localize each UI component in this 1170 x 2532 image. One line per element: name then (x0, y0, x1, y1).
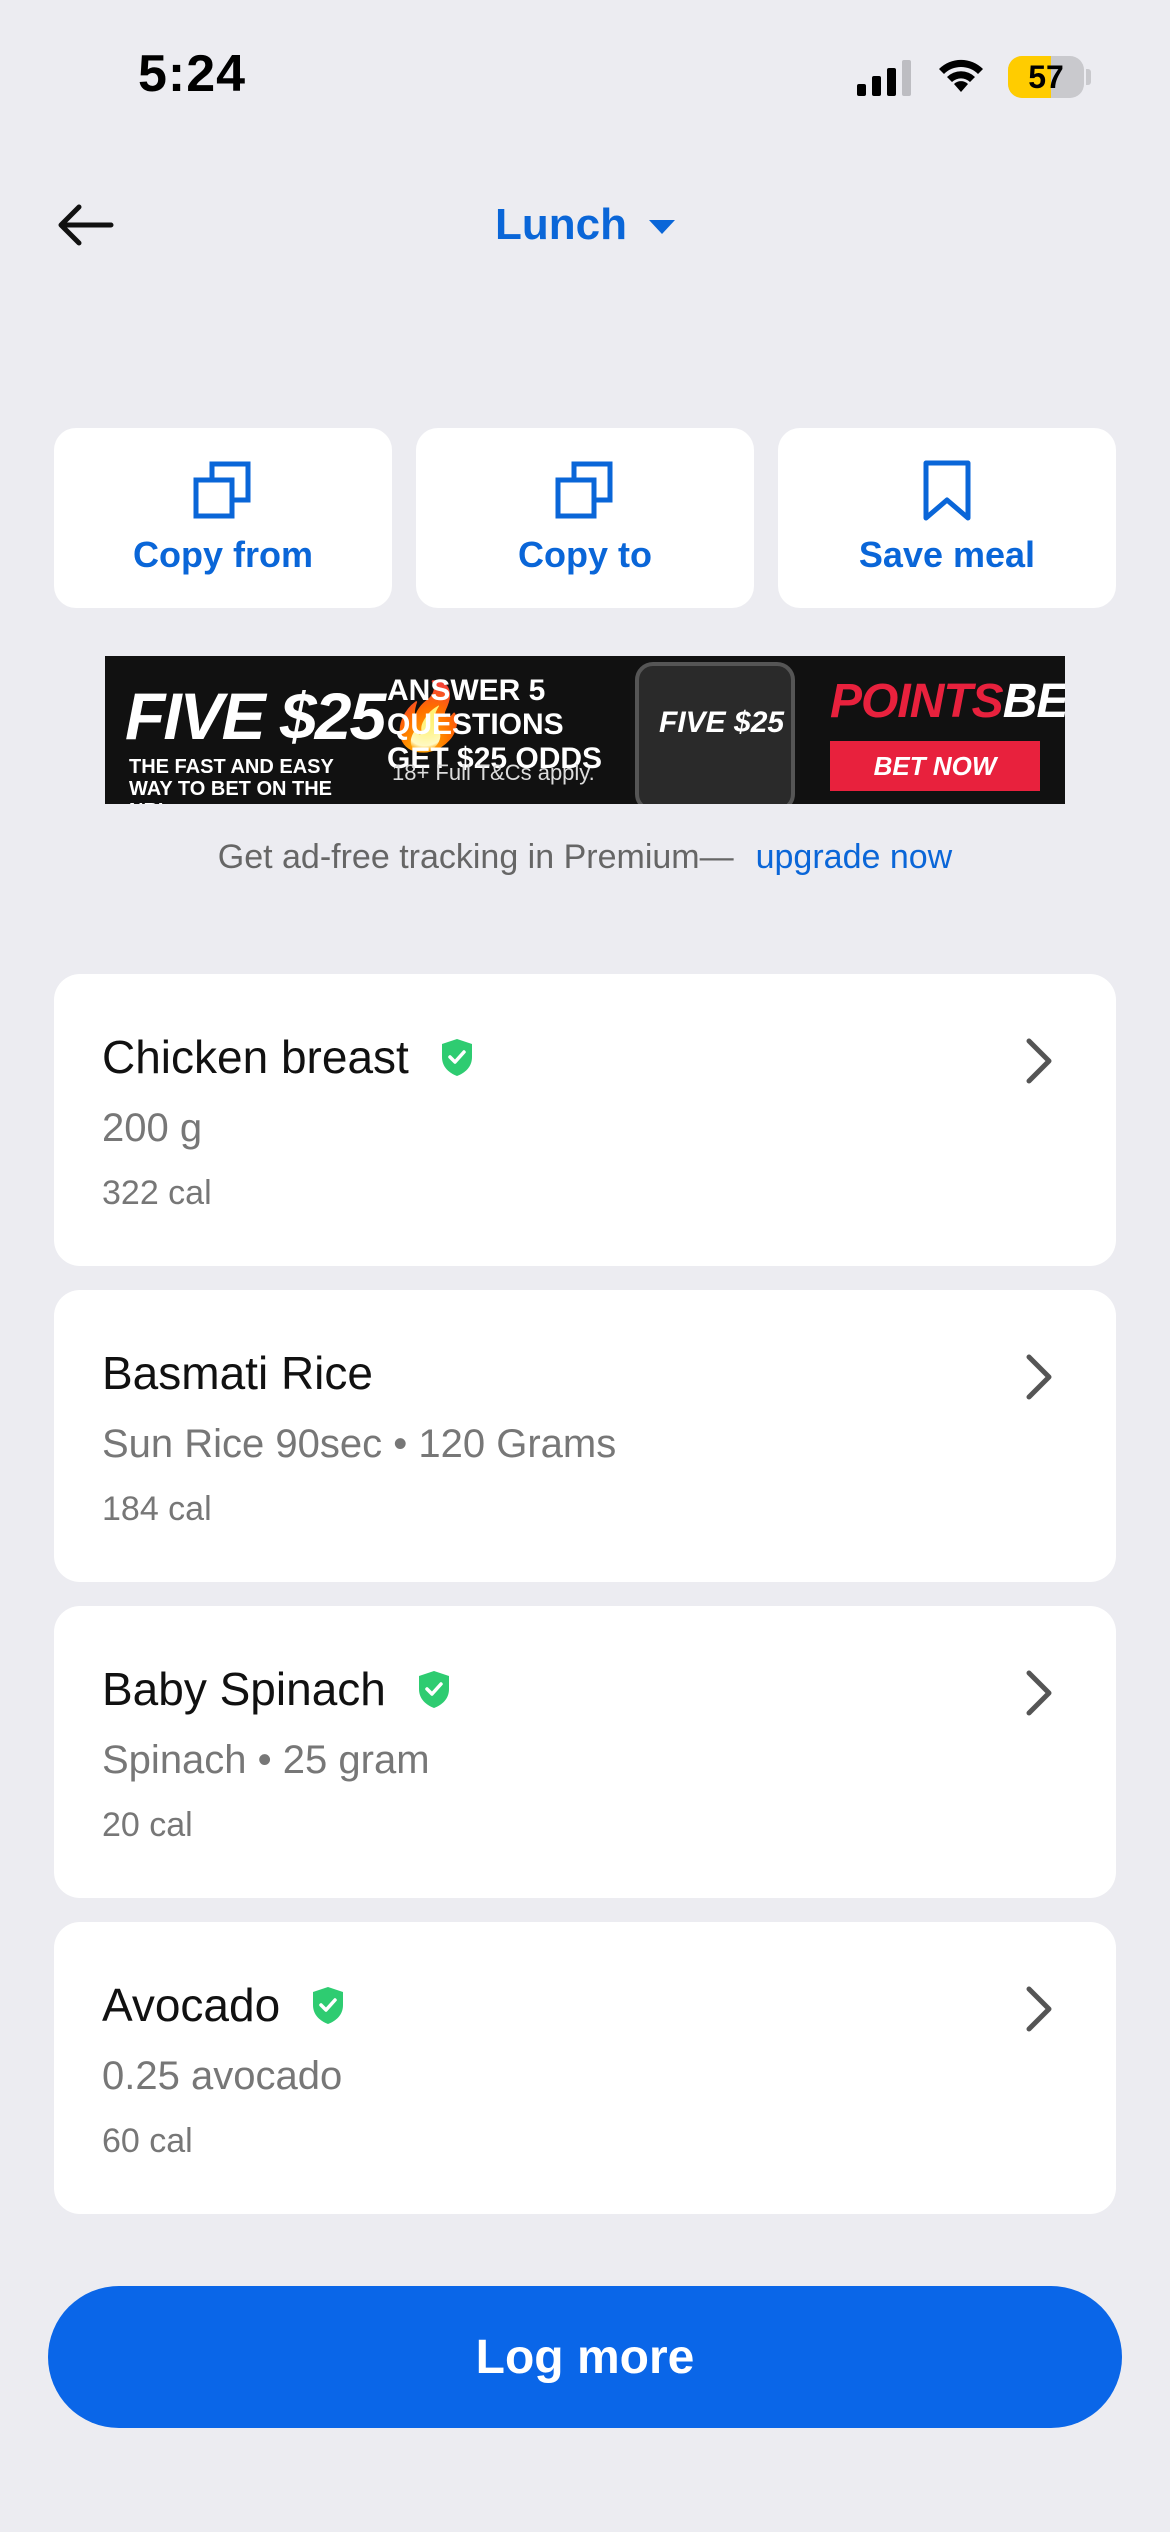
ad-cta-button[interactable]: BET NOW (830, 741, 1040, 791)
food-calories: 322 cal (102, 1174, 212, 1212)
battery-percent: 57 (1028, 59, 1064, 95)
food-calories: 184 cal (102, 1490, 212, 1528)
ad-banner[interactable]: FIVE $25🔥 THE FAST AND EASY WAY TO BET O… (105, 656, 1065, 804)
ad-tagline: THE FAST AND EASY WAY TO BET ON THE NRL (129, 756, 334, 804)
food-item[interactable]: Avocado 0.25 avocado 60 cal (54, 1922, 1116, 2214)
copy-icon (555, 461, 613, 519)
status-time: 5:24 (138, 45, 247, 103)
food-item[interactable]: Chicken breast 200 g 322 cal (54, 974, 1116, 1266)
meal-selector[interactable]: Lunch (0, 190, 1170, 260)
food-detail: 200 g (102, 1106, 203, 1150)
chevron-right-icon (1026, 1038, 1052, 1084)
caret-down-icon (648, 220, 675, 234)
chevron-right-icon (1026, 1354, 1052, 1400)
upgrade-link[interactable]: upgrade now (756, 838, 953, 876)
meal-actions: Copy from Copy to Save meal (54, 428, 1116, 608)
food-detail: Spinach • 25 gram (102, 1738, 430, 1782)
premium-upsell: Get ad-free tracking in Premium— upgrade … (0, 838, 1170, 877)
verified-shield-icon (313, 1987, 344, 2024)
bookmark-icon (923, 460, 971, 521)
battery-indicator: 57 (1008, 56, 1091, 98)
food-item[interactable]: Basmati Rice Sun Rice 90sec • 120 Grams … (54, 1290, 1116, 1582)
verified-shield-icon (418, 1671, 449, 1708)
ad-phone-image: FIVE $25 (635, 662, 795, 804)
food-name: Avocado (102, 1979, 281, 2031)
copy-to-label: Copy to (518, 534, 652, 575)
cellular-signal-icon (857, 60, 911, 96)
ad-phone-text: FIVE $25 (659, 706, 785, 739)
chevron-right-icon (1026, 1670, 1052, 1716)
food-detail: Sun Rice 90sec • 120 Grams (102, 1422, 617, 1466)
save-meal-button[interactable]: Save meal (778, 428, 1116, 608)
premium-text: Get ad-free tracking in Premium— (217, 838, 734, 876)
food-name: Chicken breast (102, 1031, 409, 1083)
copy-icon (193, 461, 251, 519)
meal-title[interactable]: Lunch (495, 200, 627, 250)
ad-brand: POINTSBET (830, 675, 1065, 728)
food-detail: 0.25 avocado (102, 2054, 343, 2098)
save-meal-label: Save meal (858, 534, 1036, 575)
food-name: Basmati Rice (102, 1347, 373, 1399)
chevron-right-icon (1026, 1986, 1052, 2032)
verified-shield-icon (441, 1039, 472, 1076)
food-name: Baby Spinach (102, 1663, 386, 1715)
ad-terms: 18+ Full T&Cs apply. (392, 760, 595, 785)
copy-from-button[interactable]: Copy from (54, 428, 392, 608)
food-calories: 20 cal (102, 1806, 193, 1844)
wifi-icon (939, 59, 983, 92)
food-calories: 60 cal (102, 2122, 193, 2160)
copy-from-label: Copy from (133, 534, 313, 575)
log-more-button[interactable]: Log more (48, 2286, 1122, 2428)
status-bar: 5:24 57 (0, 0, 1170, 150)
food-list: Chicken breast 200 g 322 cal Basmati Ric… (54, 974, 1116, 2238)
copy-to-button[interactable]: Copy to (416, 428, 754, 608)
food-item[interactable]: Baby Spinach Spinach • 25 gram 20 cal (54, 1606, 1116, 1898)
